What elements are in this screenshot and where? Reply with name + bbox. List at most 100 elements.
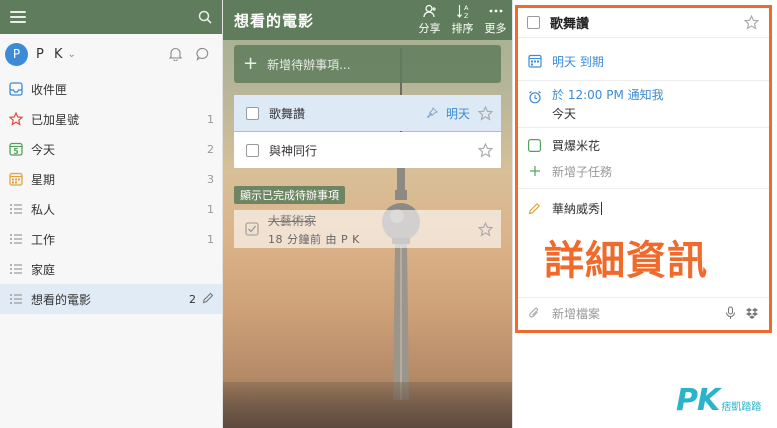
sort-button[interactable]: AZ 排序 xyxy=(446,0,479,40)
city-skyline-background xyxy=(223,382,512,428)
sort-button-label: 排序 xyxy=(451,22,474,35)
sidebar-item-count: 2 xyxy=(207,142,214,156)
subtask-row[interactable]: 買爆米花 xyxy=(515,133,769,157)
sidebar-item-week[interactable]: 星期 3 xyxy=(0,164,222,194)
text-cursor xyxy=(601,201,603,215)
reminder-day: 今天 xyxy=(552,107,577,121)
sidebar: P P K ⌄ 收件匣 已加星號 1 5 今天 2 星期 3 私人 1 工作 1… xyxy=(0,0,223,428)
sidebar-item-label: 工作 xyxy=(31,232,56,247)
calendar-today-icon: 5 xyxy=(8,141,24,157)
sidebar-toolbar xyxy=(0,0,222,34)
pencil-edit-icon[interactable] xyxy=(202,292,214,307)
sidebar-item-work[interactable]: 工作 1 xyxy=(0,224,222,254)
task-list-panel: 想看的電影 分享 AZ 排序 更多 + 新增待辦事項... 歌舞讚 明天 與神同… xyxy=(223,0,512,428)
dropbox-icon[interactable] xyxy=(744,306,759,321)
list-title: 想看的電影 xyxy=(234,11,315,30)
pencil-icon xyxy=(527,201,542,216)
hamburger-menu-icon[interactable] xyxy=(10,11,26,23)
calendar-day-number: 5 xyxy=(13,147,18,156)
detail-info-overlay-label: 詳細資訊 xyxy=(544,238,708,284)
task-row[interactable]: 歌舞讚 明天 xyxy=(234,95,501,131)
star-outline-icon[interactable] xyxy=(478,142,493,158)
sidebar-item-label: 私人 xyxy=(31,202,56,217)
paperclip-icon xyxy=(527,306,542,321)
list-icon xyxy=(8,261,24,277)
task-title[interactable]: 歌舞讚 xyxy=(269,105,426,122)
pin-icon xyxy=(426,107,438,119)
divider xyxy=(515,127,769,128)
plus-icon xyxy=(527,164,542,179)
more-dots-icon xyxy=(489,3,503,19)
watermark-pk: PK xyxy=(676,383,720,418)
sidebar-lists: 收件匣 已加星號 1 5 今天 2 星期 3 私人 1 工作 1 家庭 想看的電… xyxy=(0,74,222,314)
user-name[interactable]: P K xyxy=(36,47,66,62)
add-subtask-row[interactable]: 新增子任務 xyxy=(515,159,769,183)
sidebar-item-inbox[interactable]: 收件匣 xyxy=(0,74,222,104)
sidebar-item-count: 1 xyxy=(207,112,214,126)
avatar[interactable]: P xyxy=(5,42,28,66)
microphone-icon[interactable] xyxy=(723,306,738,321)
note-row[interactable]: 華納威秀 xyxy=(515,196,769,220)
more-button[interactable]: 更多 xyxy=(479,0,512,40)
sidebar-item-starred[interactable]: 已加星號 1 xyxy=(0,104,222,134)
sidebar-item-label: 星期 xyxy=(31,172,56,187)
calendar-week-icon xyxy=(8,171,24,187)
sidebar-item-label: 已加星號 xyxy=(31,112,80,127)
more-button-label: 更多 xyxy=(484,22,507,35)
completed-task-meta: 18 分鐘前 由 P K xyxy=(268,232,360,246)
sidebar-item-count: 1 xyxy=(207,202,214,216)
chevron-down-icon[interactable]: ⌄ xyxy=(68,49,76,60)
star-icon xyxy=(8,111,24,127)
sidebar-item-label: 家庭 xyxy=(31,262,56,277)
svg-text:A: A xyxy=(464,4,469,12)
show-completed-button[interactable]: 顯示已完成待辦事項 xyxy=(234,186,345,204)
sidebar-item-count: 2 xyxy=(189,292,196,306)
watermark-logo: PK 痞凱踏踏 xyxy=(676,386,761,416)
svg-text:Z: Z xyxy=(464,12,469,19)
star-outline-icon[interactable] xyxy=(478,221,493,237)
list-icon xyxy=(8,291,24,307)
task-checkbox[interactable] xyxy=(246,143,259,157)
checked-checkbox-icon[interactable] xyxy=(245,222,259,236)
inbox-icon xyxy=(8,81,24,97)
subtask-title[interactable]: 買爆米花 xyxy=(552,137,600,154)
bell-icon[interactable] xyxy=(164,43,186,65)
chat-bubble-icon[interactable] xyxy=(192,43,214,65)
search-icon[interactable] xyxy=(198,10,212,24)
task-row[interactable]: 與神同行 xyxy=(234,132,501,168)
calendar-icon xyxy=(527,54,542,69)
star-outline-icon[interactable] xyxy=(744,15,759,30)
share-button[interactable]: 分享 xyxy=(413,0,446,40)
due-date-text: 明天 到期 xyxy=(552,54,604,69)
add-todo-input[interactable]: + 新增待辦事項... xyxy=(234,45,501,83)
reminder-row[interactable]: 於 12:00 PM 通知我 今天 xyxy=(515,86,769,122)
task-due-date: 明天 xyxy=(445,106,470,121)
reminder-time: 於 12:00 PM 通知我 xyxy=(552,88,664,102)
subtask-checkbox[interactable] xyxy=(527,138,542,153)
share-button-label: 分享 xyxy=(418,22,441,35)
sidebar-item-movies[interactable]: 想看的電影 2 xyxy=(0,284,222,314)
divider xyxy=(515,297,769,298)
task-checkbox[interactable] xyxy=(246,106,259,120)
sidebar-item-label: 今天 xyxy=(31,142,56,157)
due-date-row[interactable]: 明天 到期 xyxy=(515,48,769,74)
sidebar-item-label: 收件匣 xyxy=(31,82,68,97)
sort-az-icon: AZ xyxy=(456,3,470,19)
share-user-icon xyxy=(422,3,437,19)
list-icon xyxy=(8,231,24,247)
completed-task-title: 大藝術家 xyxy=(268,213,317,228)
star-outline-icon[interactable] xyxy=(478,105,493,121)
detail-task-checkbox[interactable] xyxy=(527,16,540,29)
add-file-row[interactable]: 新增檔案 xyxy=(515,301,769,325)
list-header: 想看的電影 分享 AZ 排序 更多 xyxy=(223,0,512,40)
note-text[interactable]: 華納威秀 xyxy=(552,200,600,217)
task-title[interactable]: 與神同行 xyxy=(269,142,478,159)
sidebar-item-today[interactable]: 5 今天 2 xyxy=(0,134,222,164)
sidebar-item-count: 3 xyxy=(207,172,214,186)
sidebar-item-private[interactable]: 私人 1 xyxy=(0,194,222,224)
user-row[interactable]: P P K ⌄ xyxy=(0,34,222,74)
detail-task-title[interactable]: 歌舞讚 xyxy=(550,13,744,32)
completed-task-row[interactable]: 大藝術家 18 分鐘前 由 P K xyxy=(234,210,501,248)
add-subtask-placeholder: 新增子任務 xyxy=(552,164,613,179)
sidebar-item-family[interactable]: 家庭 xyxy=(0,254,222,284)
